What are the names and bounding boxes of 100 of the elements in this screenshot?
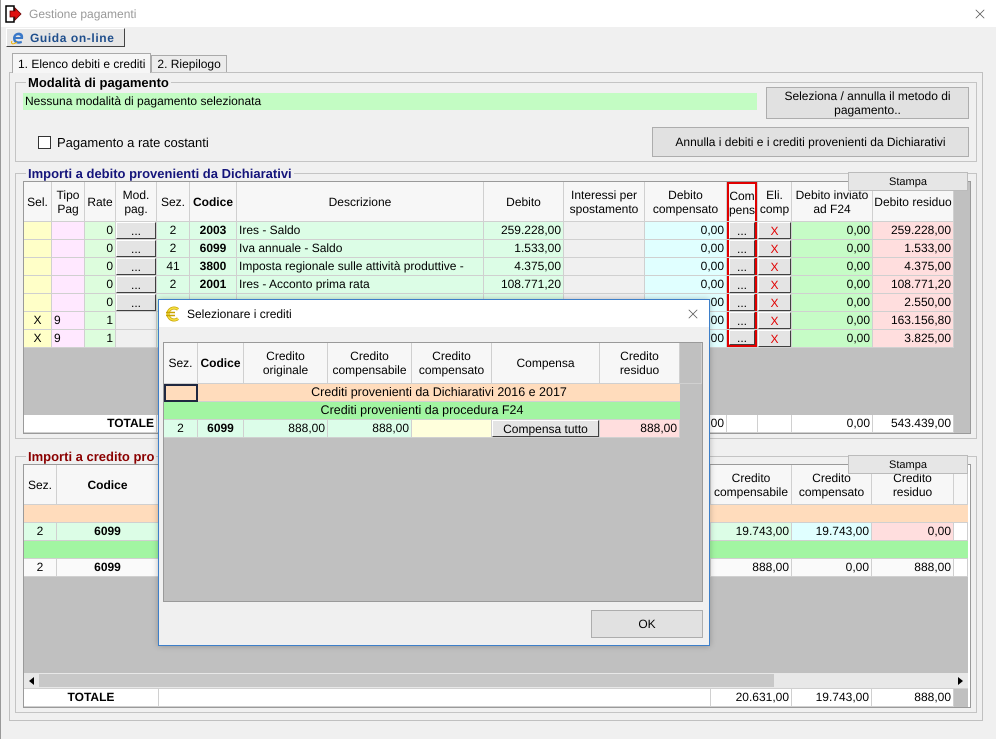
column-header: Debito compensato [645,182,727,222]
offset-all-button[interactable]: Compensa tutto [492,420,599,437]
column-header: Credito compensabile [711,465,792,505]
table-cell: 543.439,00 [873,415,954,433]
status-bar: Nessuna modalità di pagamento selezionata [23,93,757,110]
scroll-thumb[interactable] [39,674,774,687]
table-cell: 0,00 [792,222,873,240]
print-button[interactable]: Stampa [848,172,968,191]
table-cell: 163.156,80 [873,312,954,330]
remove-button[interactable]: X [758,258,791,275]
table-cell: 3.825,00 [873,330,954,348]
ellipsis-button[interactable]: ... [116,258,156,275]
table-cell: 0,00 [792,258,873,276]
remove-button[interactable]: X [758,294,791,311]
table-cell [52,276,85,294]
tab[interactable]: 2. Riepilogo [151,55,227,72]
table-cell: 0 [85,240,116,258]
table-cell: 0 [85,294,116,312]
app-icon [5,4,23,22]
remove-button[interactable]: X [758,276,791,293]
table-cell: 259.228,00 [873,222,954,240]
column-header: Codice [198,343,244,384]
tab[interactable]: 1. Elenco debiti e crediti [12,53,152,73]
ellipsis-button[interactable]: ... [116,222,156,239]
table-cell [24,222,52,240]
ellipsis-button[interactable]: ... [729,258,755,275]
column-header: Debito [484,182,564,222]
remove-button[interactable]: X [758,240,791,257]
table-cell [954,523,968,541]
checkbox[interactable] [38,136,51,148]
euro-coin-icon [165,306,181,322]
table-cell: 0,00 [645,258,727,276]
table-cell: 0,00 [792,294,873,312]
table-cell: 0,00 [792,240,873,258]
table-cell: 0,00 [645,240,727,258]
group-row: Crediti provenienti da procedura F24 [164,402,680,420]
select-method-button[interactable]: Seleziona / annulla il metodo di pagamento.. [766,87,969,119]
ellipsis-button[interactable]: ... [729,276,755,293]
table-cell: 41 [157,258,190,276]
table-cell: Ires - Acconto prima rata [237,276,484,294]
ellipsis-button[interactable]: ... [729,222,755,239]
total-label: TOTALE [24,689,159,707]
help-button[interactable]: Guida on-line [6,28,125,47]
ellipsis-button[interactable]: ... [116,240,156,257]
remove-button[interactable]: X [758,312,791,329]
column-header: Credito residuo [600,343,680,384]
table-cell: 0 [85,222,116,240]
ellipsis-button[interactable]: ... [729,330,755,345]
ellipsis-button[interactable]: ... [116,276,156,293]
table-cell: 2 [157,276,190,294]
ellipsis-button[interactable]: ... [729,294,755,311]
table-cell: 888,00 [244,420,328,438]
table-cell [24,276,52,294]
table-cell: 1 [85,330,116,348]
ellipsis-button[interactable]: ... [729,240,755,257]
column-header: Mod. pag. [116,182,157,222]
table-cell: 6099 [57,559,159,577]
ok-button[interactable]: OK [591,610,703,638]
table-cell: 0,00 [792,415,873,433]
column-header: Compensa [492,343,600,384]
table-cell: 9 [52,312,85,330]
table-cell: 0,00 [872,523,954,541]
remove-button[interactable]: X [758,222,791,239]
table-cell: 2.550,00 [873,294,954,312]
column-header: Credito compensabile [328,343,412,384]
focused-cell[interactable] [164,384,198,402]
table-cell: 108.771,20 [484,276,564,294]
group-row: Crediti provenienti da Dichiarativi 2016 e 2017 [198,384,680,402]
ellipsis-button[interactable]: ... [729,312,755,329]
table-cell [52,258,85,276]
table-cell: 0 [85,276,116,294]
column-header: Sel. [24,182,52,222]
dialog-title: Selezionare i crediti [187,306,292,320]
table-cell: 19.743,00 [792,689,872,707]
window-title: Gestione pagamenti [29,6,136,20]
table-cell: 2003 [190,222,237,240]
table-cell: 4.375,00 [873,258,954,276]
print-button[interactable]: Stampa [848,455,968,474]
table-cell: 3800 [190,258,237,276]
column-header: Sez. [157,182,190,222]
ellipsis-button[interactable]: ... [116,294,156,311]
remove-button[interactable]: X [758,330,791,347]
table-cell: 2 [24,559,57,577]
column-header: Sez. [24,465,57,505]
group-title: Importi a debito provenienti da Dichiarativi [27,166,293,181]
table-cell: Ires - Saldo [237,222,484,240]
table-cell: 2 [24,523,57,541]
table-cell: 0,00 [792,330,873,348]
horizontal-scrollbar[interactable] [24,673,968,689]
table-cell: 888,00 [872,559,954,577]
table-cell: 4.375,00 [484,258,564,276]
table-cell: 2 [157,222,190,240]
table-cell: Imposta regionale sulle attività produttive - [237,258,484,276]
column-header: Credito compensato [792,465,872,505]
scroll-left-icon[interactable] [29,676,34,684]
table-cell [24,240,52,258]
scroll-right-icon[interactable] [958,676,963,684]
table-cell: 9 [52,330,85,348]
cancel-button[interactable]: Annulla i debiti e i crediti provenienti da Dichiarativi [652,127,969,157]
table-cell: 19.743,00 [792,523,872,541]
